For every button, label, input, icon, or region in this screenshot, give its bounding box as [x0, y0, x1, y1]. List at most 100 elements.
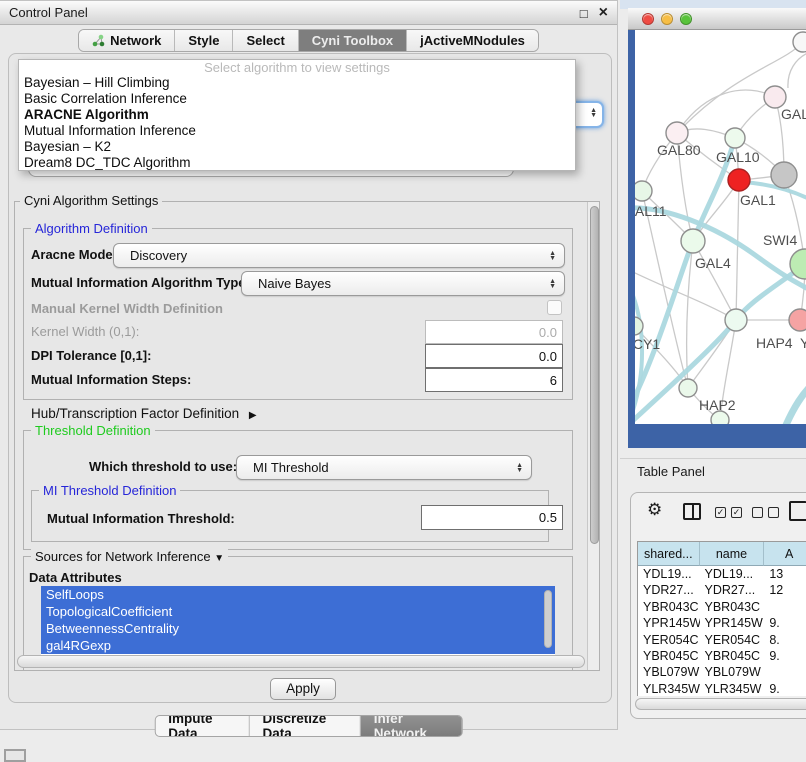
attribute-item-topologicalcoefficient[interactable]: TopologicalCoefficient	[41, 603, 555, 620]
split-pane-icon[interactable]	[683, 503, 701, 520]
table-cell[interactable]: 13	[764, 566, 806, 582]
checked-checkbox-icon[interactable]: ✓	[731, 507, 742, 518]
table-row[interactable]: YPR145WYPR145W9.	[638, 615, 806, 631]
network-edge[interactable]	[788, 52, 806, 88]
settings-vertical-scrollbar[interactable]	[587, 202, 600, 671]
sources-group-title[interactable]: Sources for Network Inference ▼	[31, 549, 228, 564]
table-cell[interactable]: YER054C	[700, 632, 765, 648]
table-cell[interactable]: YLR345W	[638, 681, 700, 696]
table-cell[interactable]: YDL19...	[700, 566, 765, 582]
data-attributes-list[interactable]: SelfLoopsTopologicalCoefficientBetweenne…	[41, 586, 555, 666]
table-cell[interactable]	[764, 599, 806, 615]
table-cell[interactable]: 9.	[764, 681, 806, 696]
kernel-width-input[interactable]	[425, 320, 563, 344]
table-cell[interactable]: YDR27...	[700, 582, 765, 598]
algorithm-option-bayesian-hill-climbing[interactable]: Bayesian – Hill Climbing	[19, 75, 575, 91]
tab-style[interactable]: Style	[175, 30, 233, 51]
hub-definition-toggle[interactable]: Hub/Transcription Factor Definition ▶	[31, 405, 257, 425]
unchecked-checkbox-icon[interactable]	[752, 507, 763, 518]
table-cell[interactable]: YBR045C	[638, 648, 700, 664]
network-edge[interactable]	[635, 270, 736, 320]
table-cell[interactable]: YBR043C	[700, 599, 765, 615]
aracne-mode-select[interactable]: Discovery ▲▼	[113, 243, 565, 268]
mi-threshold-input[interactable]	[421, 505, 563, 530]
column-header-name[interactable]: name	[700, 542, 765, 566]
node-y-salmon[interactable]	[789, 309, 806, 331]
tab-cyni-toolbox[interactable]: Cyni Toolbox	[299, 30, 407, 51]
mi-steps-input[interactable]	[425, 368, 563, 392]
table-cell[interactable]: YBL079W	[700, 664, 765, 680]
dpi-tolerance-input[interactable]	[425, 344, 563, 368]
network-edge-highlighted[interactable]	[783, 380, 806, 424]
table-cell[interactable]: YBR043C	[638, 599, 700, 615]
network-canvas[interactable]: GALGAL80GAL10GAL1GAL11SWI4GAL4HAP4YGCY1H…	[635, 30, 806, 424]
node-gal4[interactable]	[681, 229, 705, 253]
close-button[interactable]: ×	[599, 4, 608, 22]
network-edge[interactable]	[736, 180, 739, 320]
list-scrollbar-thumb[interactable]	[544, 590, 552, 648]
tab-select[interactable]: Select	[233, 30, 298, 51]
tab-jactivemnodules[interactable]: jActiveMNodules	[407, 30, 538, 51]
column-header-a[interactable]: A	[764, 542, 806, 566]
algorithm-option-basic-correlation-inference[interactable]: Basic Correlation Inference	[19, 91, 575, 107]
algorithm-option-dream8-dc-tdc-algorithm[interactable]: Dream8 DC_TDC Algorithm	[19, 155, 575, 171]
node-gal11[interactable]	[635, 181, 652, 201]
algorithm-option-bayesian-k2[interactable]: Bayesian – K2	[19, 139, 575, 155]
attribute-item-selfloops[interactable]: SelfLoops	[41, 586, 555, 603]
table-row[interactable]: YBL079WYBL079W	[638, 664, 806, 680]
table-cell[interactable]: 9.	[764, 648, 806, 664]
attribute-item-betweennesscentrality[interactable]: BetweennessCentrality	[41, 620, 555, 637]
table-cell[interactable]: YDL19...	[638, 566, 700, 582]
node-gal-pink[interactable]	[764, 86, 786, 108]
network-edge[interactable]	[677, 90, 775, 133]
float-button[interactable]: □	[580, 6, 588, 21]
tab-discretize-data[interactable]: Discretize Data	[249, 716, 360, 736]
table-horizontal-scrollbar[interactable]	[635, 698, 806, 710]
algorithm-option-aracne-algorithm[interactable]: ARACNE Algorithm	[19, 107, 575, 123]
tab-infer-network[interactable]: Infer Network	[361, 716, 462, 736]
node-hap2[interactable]	[679, 379, 697, 397]
minimize-traffic-light[interactable]	[661, 13, 673, 25]
node-red[interactable]	[728, 169, 750, 191]
table-cell[interactable]: YBR045C	[700, 648, 765, 664]
table-row[interactable]: YDL19...YDL19...13	[638, 566, 806, 582]
table-cell[interactable]: YBL079W	[638, 664, 700, 680]
algorithm-option-mutual-information-inference[interactable]: Mutual Information Inference	[19, 123, 575, 139]
tab-network[interactable]: Network	[79, 30, 175, 51]
table-cell[interactable]: YPR145W	[700, 615, 765, 631]
page-icon[interactable]	[789, 501, 806, 521]
table-row[interactable]: YER054CYER054C8.	[638, 632, 806, 648]
table-row[interactable]: YDR27...YDR27...12	[638, 582, 806, 598]
node-gray[interactable]	[771, 162, 797, 188]
table-cell[interactable]: 12	[764, 582, 806, 598]
settings-scrollbar-thumb[interactable]	[590, 206, 599, 544]
gear-icon[interactable]: ⚙	[647, 500, 662, 520]
close-traffic-light[interactable]	[642, 13, 654, 25]
table-row[interactable]: YBR045CYBR045C9.	[638, 648, 806, 664]
table-cell[interactable]: YLR345W	[700, 681, 765, 696]
table-cell[interactable]: 9.	[764, 615, 806, 631]
node-gal10[interactable]	[725, 128, 745, 148]
zoom-traffic-light[interactable]	[680, 13, 692, 25]
table-cell[interactable]: YPR145W	[638, 615, 700, 631]
tab-impute-data[interactable]: Impute Data	[155, 716, 249, 736]
node-gal80[interactable]	[666, 122, 688, 144]
manual-kernel-checkbox[interactable]	[547, 300, 562, 315]
unchecked-checkbox-icon[interactable]	[768, 507, 779, 518]
column-header-shared[interactable]: shared...	[638, 542, 700, 566]
node-hap4[interactable]	[725, 309, 747, 331]
table-row[interactable]: YBR043CYBR043C	[638, 599, 806, 615]
panel-grip[interactable]	[4, 749, 26, 762]
which-threshold-select[interactable]: MI Threshold ▲▼	[236, 455, 532, 480]
table-cell[interactable]: YER054C	[638, 632, 700, 648]
network-window-titlebar[interactable]	[628, 8, 806, 30]
table-cell[interactable]: 8.	[764, 632, 806, 648]
node-partial-top[interactable]	[793, 32, 806, 52]
checked-checkbox-icon[interactable]: ✓	[715, 507, 726, 518]
mi-type-select[interactable]: Naive Bayes ▲▼	[241, 271, 565, 296]
table-cell[interactable]	[764, 664, 806, 680]
table-row[interactable]: YLR345WYLR345W9.	[638, 681, 806, 696]
apply-button[interactable]: Apply	[270, 678, 336, 700]
settings-horizontal-scrollbar[interactable]	[17, 655, 585, 668]
table-cell[interactable]: YDR27...	[638, 582, 700, 598]
